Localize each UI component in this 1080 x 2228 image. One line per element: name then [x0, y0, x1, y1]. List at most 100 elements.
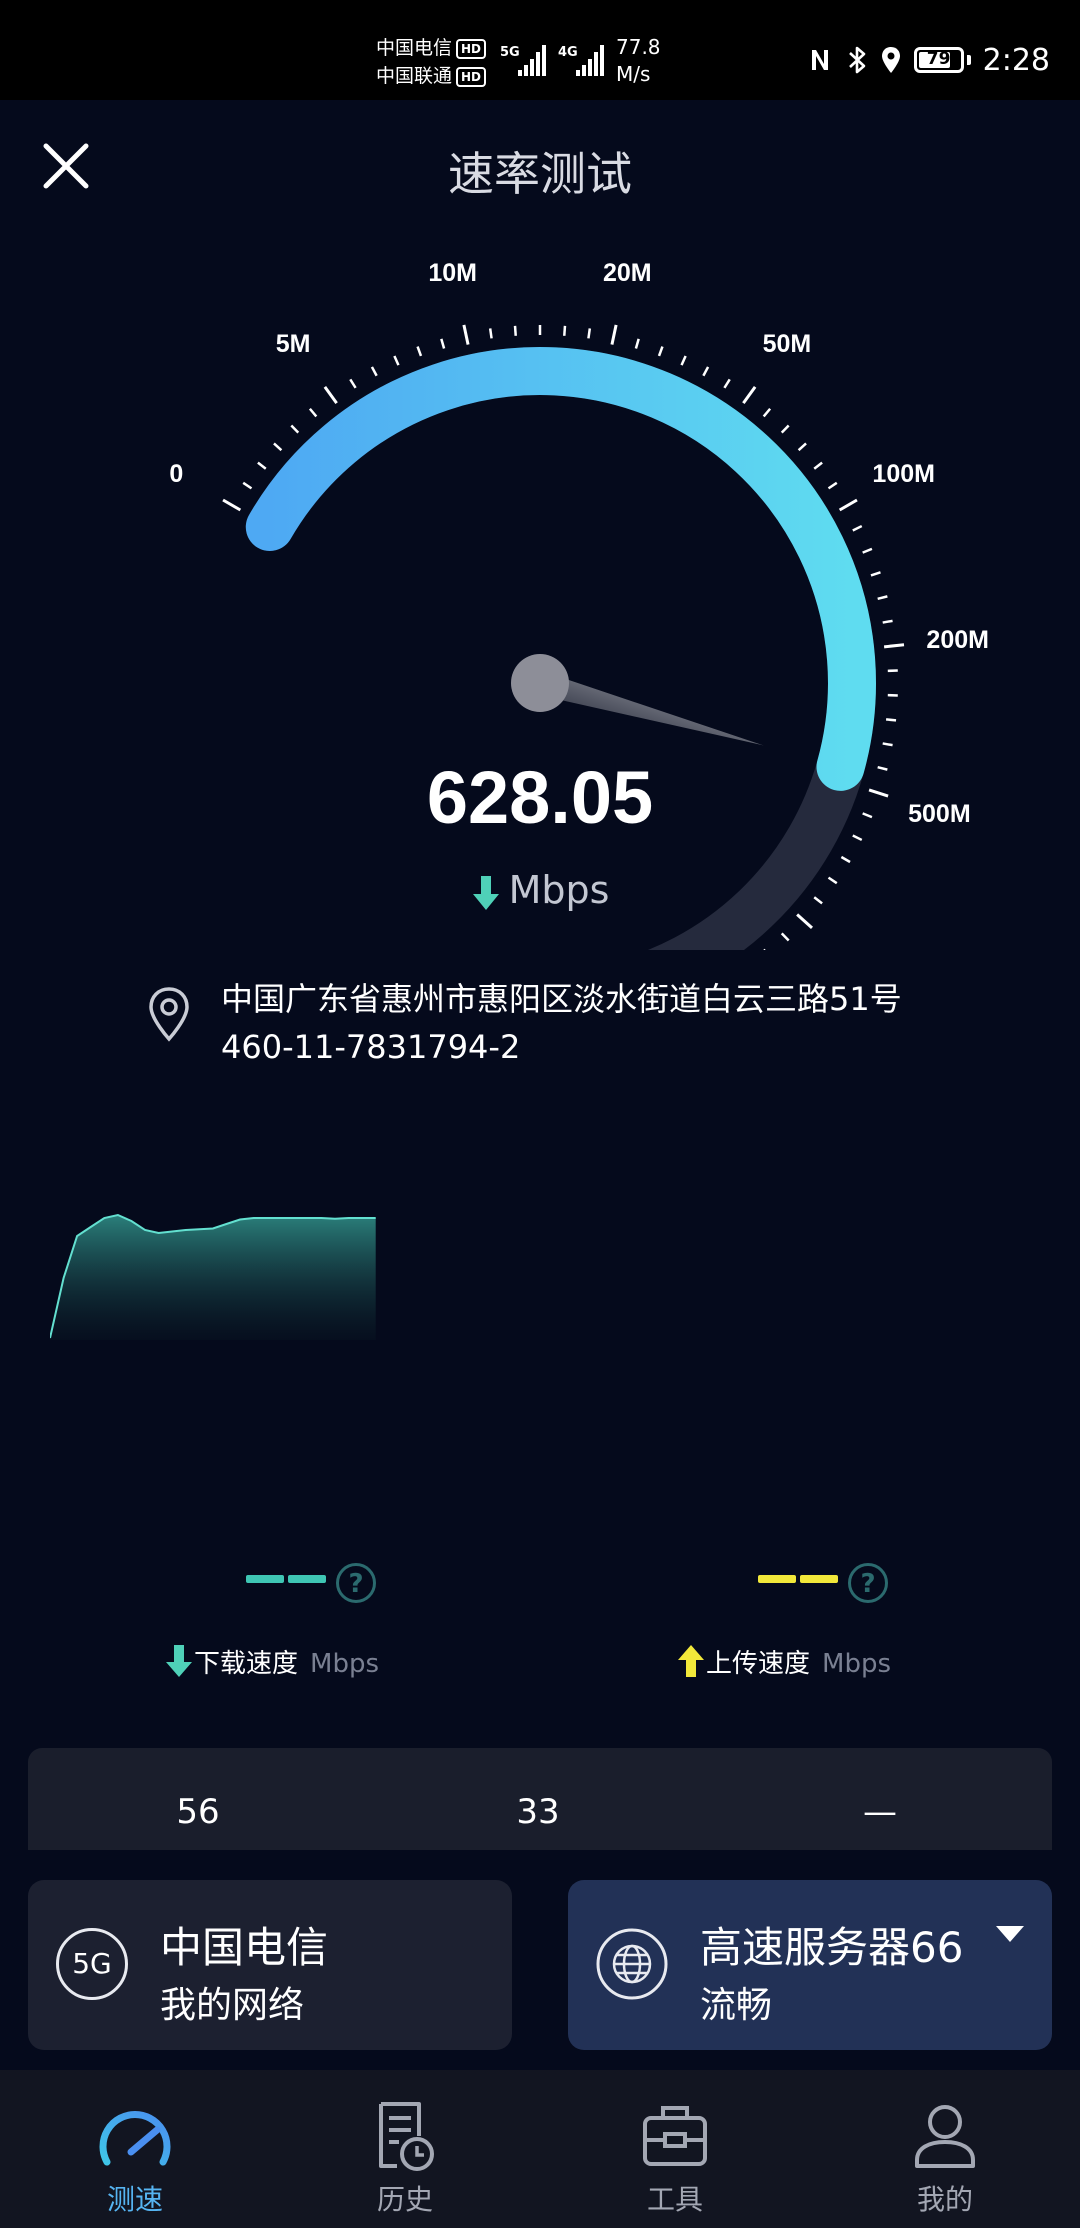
carrier-2: 中国联通	[376, 65, 453, 87]
hd-badge-1: HD	[456, 38, 487, 59]
speed-area	[50, 1215, 376, 1340]
network-5g-icon: 5G	[56, 1928, 128, 2000]
toolbox-icon	[643, 2106, 707, 2166]
gauge-scale-label: 20M	[603, 259, 652, 287]
location-address: 中国广东省惠州市惠阳区淡水街道白云三路51号	[221, 980, 902, 1018]
nfc-icon	[811, 50, 828, 70]
gauge-tick	[840, 855, 851, 864]
download-unit: Mbps	[310, 1649, 380, 1679]
nav-item-history[interactable]: 历史	[270, 2070, 540, 2228]
stat-value-3: —	[863, 1792, 897, 1832]
gauge-progress-arc	[245, 347, 876, 791]
gauge-tick	[877, 595, 888, 601]
server-status: 流畅	[700, 1985, 773, 2026]
gauge-tick	[257, 461, 267, 470]
gauge-scale-label: 0	[169, 460, 183, 488]
carrier-1: 中国电信	[376, 37, 453, 59]
gauge-scale-label: 5M	[276, 330, 311, 358]
nav-label-history: 历史	[376, 2183, 433, 2216]
upload-help-icon[interactable]: ?	[848, 1563, 888, 1603]
page-title: 速率测试	[448, 147, 632, 201]
history-document-icon	[379, 2102, 434, 2171]
gauge-tick	[882, 619, 893, 624]
gauge-tick	[780, 932, 790, 942]
server-name: 高速服务器66	[700, 1923, 964, 1972]
gauge-tick	[587, 328, 592, 339]
gauge-tick	[762, 407, 772, 418]
gauge-tick	[657, 346, 664, 357]
gauge-scale-label: 100M	[872, 460, 935, 488]
gauge-tick	[488, 328, 493, 339]
gauge-tick	[416, 346, 423, 357]
gauge-needle	[536, 671, 764, 746]
gauge-tick	[273, 442, 283, 452]
gauge-tick	[838, 498, 858, 512]
stat-value-2: 33	[516, 1792, 560, 1832]
chevron-down-icon[interactable]	[996, 1926, 1024, 1942]
nav-item-profile[interactable]: 我的	[810, 2070, 1080, 2228]
gauge-tick	[796, 913, 813, 930]
download-value-dash-1	[246, 1575, 284, 1583]
server-selector[interactable]: 高速服务器66 流畅	[568, 1880, 1052, 2050]
speed-value: 628.05	[426, 756, 654, 839]
gauge-tick	[723, 378, 731, 389]
gauge-hub	[511, 654, 569, 712]
location-icon	[881, 47, 900, 73]
upload-unit: Mbps	[822, 1649, 892, 1679]
signal-4g-icon: 4G	[558, 45, 604, 76]
gauge-tick	[702, 366, 710, 377]
gauge-tick	[797, 442, 807, 452]
speedometer-icon	[99, 2111, 171, 2166]
speed-gauge: 05M10M20M50M100M200M500M1G2G5G	[169, 259, 989, 950]
gauge-tick	[290, 424, 300, 434]
clock: 2:28	[982, 42, 1050, 78]
gauge-tick	[852, 524, 863, 532]
gauge-tick	[870, 571, 881, 577]
gauge-tick	[370, 366, 378, 377]
gauge-tick	[308, 407, 318, 418]
globe-icon	[596, 1928, 668, 2000]
network-rate-value: 77.8	[616, 35, 661, 59]
signal-5g-icon: 5G	[500, 45, 546, 76]
gauge-tick	[780, 424, 790, 434]
nav-label-profile: 我的	[916, 2183, 973, 2216]
network-rate-unit: M/s	[616, 62, 651, 86]
upload-arrow-icon	[678, 1645, 704, 1677]
download-value-dash-2	[288, 1575, 326, 1583]
nav-item-tools[interactable]: 工具	[540, 2070, 810, 2228]
gauge-tick	[862, 547, 873, 554]
download-arrow-icon	[472, 875, 499, 910]
status-bar: 中国电信 HD 中国联通 HD 5G 4G 77.8 M/s 79 2:28	[0, 0, 1080, 100]
bluetooth-icon	[848, 46, 865, 74]
speed-history-chart	[50, 1213, 376, 1340]
download-help-icon[interactable]: ?	[336, 1563, 376, 1603]
gauge-tick	[440, 338, 446, 349]
nav-item-speedtest[interactable]: 测速	[0, 2070, 270, 2228]
cell-id: 460-11-7831794-2	[221, 1028, 521, 1066]
gauge-tick	[742, 386, 757, 404]
network-rate: 77.8 M/s	[616, 34, 661, 88]
gauge-tick	[827, 481, 838, 490]
hd-badge-2: HD	[456, 66, 487, 87]
upload-label: 上传速度	[706, 1649, 811, 1679]
stats-card: 56 33 —	[28, 1748, 1052, 1850]
network-subtitle: 我的网络	[160, 1985, 305, 2026]
gauge-tick	[242, 481, 253, 490]
network-carrier: 中国电信	[160, 1923, 329, 1972]
header: 速率测试	[0, 100, 1080, 232]
gauge-tick	[349, 378, 357, 389]
gauge-tick	[563, 325, 567, 336]
battery-icon: 79	[913, 47, 964, 73]
gauge-tick	[513, 325, 517, 336]
speed-unit: Mbps	[508, 868, 610, 912]
network-card[interactable]: 5G 中国电信 我的网络	[28, 1880, 512, 2050]
gauge-tick	[393, 355, 400, 366]
network-type-1: 5G	[500, 45, 520, 60]
gauge-tick	[680, 355, 687, 366]
gauge-tick	[323, 386, 338, 404]
battery-level: 79	[926, 49, 951, 69]
gauge-scale-label: 50M	[763, 330, 812, 358]
gauge-tick	[883, 643, 905, 649]
upload-value-dash-2	[800, 1575, 838, 1583]
gauge-tick	[634, 338, 640, 349]
